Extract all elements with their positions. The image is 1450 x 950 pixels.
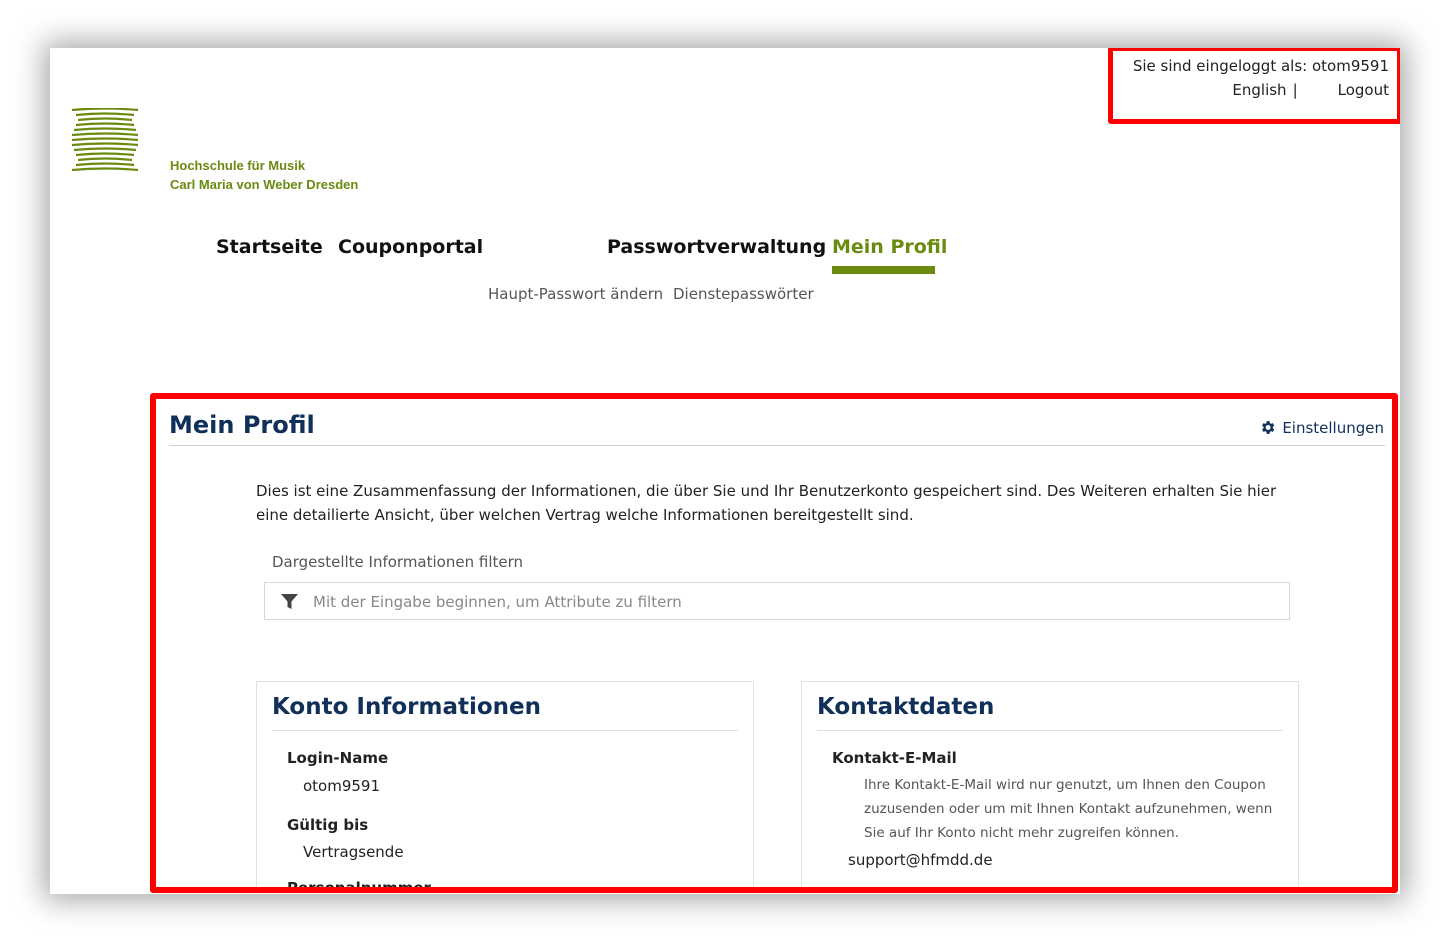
- nav-item-mein-profil[interactable]: Mein Profil: [832, 236, 947, 258]
- contact-data-card: Kontaktdaten Kontakt-E-Mail Ihre Kontakt…: [801, 681, 1299, 887]
- page-content: Sie sind eingeloggt als: otom9591 Englis…: [50, 48, 1400, 894]
- main-nav: Startseite Couponportal Passwortverwaltu…: [50, 236, 1400, 276]
- account-card-divider: [272, 730, 738, 731]
- contact-email-description: Ihre Kontakt-E-Mail wird nur genutzt, um…: [864, 777, 1273, 841]
- logout-link[interactable]: Logout: [1338, 81, 1389, 99]
- logo-line-1: Hochschule für Musik: [170, 158, 306, 173]
- logged-in-text: Sie sind eingeloggt als: otom9591: [1132, 57, 1389, 75]
- valid-until-value: Vertragsende: [303, 843, 404, 861]
- language-link[interactable]: English: [1232, 81, 1286, 99]
- contact-email-value: support@hfmdd.de: [848, 851, 993, 869]
- user-links: English | Logout: [1232, 81, 1389, 99]
- filter-label: Dargestellte Informationen filtern: [272, 553, 524, 571]
- settings-label: Einstellungen: [1282, 419, 1384, 437]
- profile-section: Mein Profil Einstellungen Dies ist eine …: [150, 393, 1398, 893]
- nav-item-passwortverwaltung[interactable]: Passwortverwaltung: [607, 236, 826, 258]
- subnav-dienstepasswoerter[interactable]: Dienstepasswörter: [673, 285, 814, 303]
- filter-icon: [281, 594, 298, 609]
- filter-input[interactable]: [311, 583, 1275, 621]
- contact-email-label: Kontakt-E-Mail: [832, 749, 957, 767]
- settings-link[interactable]: Einstellungen: [1259, 419, 1384, 437]
- logo-text: Hochschule für Musik Carl Maria von Webe…: [170, 156, 358, 194]
- link-separator: |: [1292, 81, 1298, 99]
- intro-text: Dies ist eine Zusammenfassung der Inform…: [256, 482, 1277, 524]
- login-name-value: otom9591: [303, 777, 381, 795]
- active-nav-indicator: [832, 266, 935, 274]
- contact-card-divider: [817, 730, 1283, 731]
- gear-icon: [1262, 421, 1275, 434]
- page-title: Mein Profil: [169, 411, 315, 439]
- logo-icon: [71, 108, 139, 172]
- personnel-number-label: Personalnummer: [287, 879, 431, 893]
- subnav-haupt-passwort[interactable]: Haupt-Passwort ändern: [488, 285, 663, 303]
- account-card-title: Konto Informationen: [272, 694, 541, 720]
- browser-page: Sie sind eingeloggt als: otom9591 Englis…: [50, 48, 1400, 894]
- title-divider: [169, 445, 1385, 446]
- valid-until-label: Gültig bis: [287, 816, 369, 834]
- account-info-card: Konto Informationen Login-Name otom9591 …: [256, 681, 754, 893]
- nav-item-startseite[interactable]: Startseite: [216, 236, 323, 258]
- user-info-box: Sie sind eingeloggt als: otom9591 Englis…: [1108, 48, 1400, 124]
- filter-box: [264, 582, 1290, 621]
- contact-card-title: Kontaktdaten: [817, 694, 995, 720]
- nav-item-couponportal[interactable]: Couponportal: [338, 236, 483, 258]
- logo-line-2: Carl Maria von Weber Dresden: [170, 177, 359, 192]
- login-name-label: Login-Name: [287, 749, 389, 767]
